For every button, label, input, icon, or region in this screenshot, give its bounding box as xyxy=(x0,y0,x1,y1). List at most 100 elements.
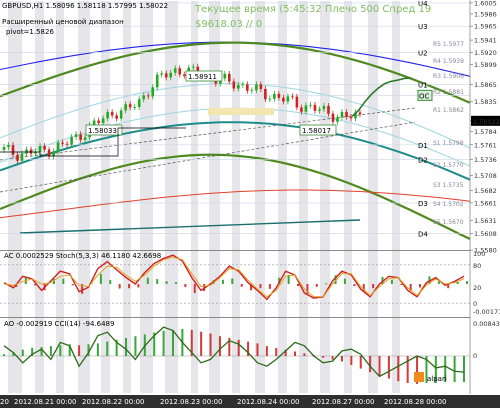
session-stripe xyxy=(123,1,131,393)
ac-tick-label: 20 xyxy=(473,284,481,292)
level-label: D1 xyxy=(418,142,428,150)
candle-body xyxy=(286,96,290,102)
candle-body xyxy=(38,146,42,152)
ac-bar xyxy=(240,284,243,287)
ac-bar xyxy=(128,284,131,289)
ac-bar xyxy=(315,284,318,287)
price-tick-label: 1.5986 xyxy=(474,10,497,18)
candle-body xyxy=(110,112,114,116)
candle-body xyxy=(309,104,312,106)
price-tick-label: 1.5941 xyxy=(474,37,497,45)
candle-body xyxy=(20,153,24,161)
candle-body xyxy=(142,95,145,100)
level-label: D2 xyxy=(418,156,428,164)
ac-bar xyxy=(221,279,224,284)
ao-bar xyxy=(303,353,306,356)
candle-body xyxy=(25,149,28,154)
candle-body xyxy=(169,72,173,78)
candle-body xyxy=(11,145,15,155)
candle-body xyxy=(178,68,182,75)
ao-bar xyxy=(78,345,81,356)
candle-body xyxy=(273,93,276,99)
time-tick-label: 20 xyxy=(0,398,9,406)
candle-body xyxy=(345,111,348,117)
minor-level-label: R2 1.5881 xyxy=(433,89,464,96)
candle-body xyxy=(133,107,136,108)
ac-tick-label: 0 xyxy=(473,300,477,308)
minor-level-label: S4 1.5702 xyxy=(433,201,464,208)
ao-bar xyxy=(49,346,52,356)
ac-bar xyxy=(99,273,102,284)
chart-canvas: U4U3U2U1OCD1D2D3D4R5 1.5977R4 1.5939R3 1… xyxy=(0,0,500,408)
candle-body xyxy=(7,145,10,148)
candle-body xyxy=(92,120,96,126)
candle-body xyxy=(29,149,33,154)
candle-body xyxy=(191,66,195,68)
candle-body xyxy=(106,112,109,119)
ao-bar xyxy=(3,354,5,356)
ao-bar xyxy=(21,349,24,356)
candle-body xyxy=(43,146,46,150)
candle-body xyxy=(56,142,60,152)
candle-body xyxy=(128,104,132,108)
ao-bar xyxy=(331,356,334,360)
time-tick-label: 2012.08.23 00:00 xyxy=(160,398,222,406)
price-box-label: 1.58017 xyxy=(302,127,331,135)
candle-body xyxy=(47,149,51,157)
minor-level-label: S5 1.5670 xyxy=(433,219,464,226)
session-stripe xyxy=(278,1,287,393)
ac-bar xyxy=(184,284,187,288)
price-tick-label: 1.5784 xyxy=(474,128,497,136)
candle-body xyxy=(223,73,227,79)
candle-body xyxy=(160,73,164,75)
price-tick-label: 1.5965 xyxy=(474,23,497,31)
ao-bar xyxy=(294,351,297,356)
candle-body xyxy=(358,112,362,115)
price-box-label: 1.58911 xyxy=(188,73,217,81)
candle-body xyxy=(173,68,177,73)
ac-bar xyxy=(137,284,140,288)
candle-body xyxy=(137,99,141,108)
candle-body xyxy=(228,73,231,82)
candle-body xyxy=(340,111,344,118)
price-tick-label: 1.5736 xyxy=(474,156,497,164)
minor-level-label: R3 1.5906 xyxy=(433,73,464,80)
candle-body xyxy=(259,84,263,89)
candle-body xyxy=(16,154,19,161)
session-stripe xyxy=(140,1,153,393)
ao-bar xyxy=(359,356,362,369)
alpari-logo-text: alpari xyxy=(427,375,447,383)
candle-body xyxy=(291,96,294,98)
ac-bar xyxy=(372,284,375,289)
ac-bar xyxy=(437,281,440,284)
ac-bar xyxy=(343,278,346,284)
candle-body xyxy=(151,87,155,97)
session-stripe xyxy=(255,1,265,393)
candle-body xyxy=(83,137,87,140)
ao-bar xyxy=(387,356,390,379)
price-tick-label: 1.5835 xyxy=(474,98,497,106)
price-tick-label: 1.5761 xyxy=(474,141,497,149)
candle-body xyxy=(146,95,150,97)
candle-body xyxy=(119,110,123,119)
ac-bar xyxy=(146,277,149,284)
ao-bar xyxy=(134,336,137,356)
price-tick-label: 1.5682 xyxy=(474,187,497,195)
candle-body xyxy=(327,105,330,114)
ao-title: AO -0.002919 CCI(14) -94.6489 xyxy=(4,320,114,328)
current-price-label: 1.58022 xyxy=(473,118,500,126)
candle-body xyxy=(264,88,267,100)
ao-tick-label: 0.008437 xyxy=(473,320,500,328)
ac-bar xyxy=(62,278,65,284)
ac-bar xyxy=(353,284,356,287)
candle-body xyxy=(255,84,258,91)
candle-body xyxy=(182,74,186,76)
minor-level-label: R1 1.5862 xyxy=(433,107,464,114)
candle-body xyxy=(322,105,326,110)
ao-bar xyxy=(340,356,343,362)
session-stripe xyxy=(368,1,378,393)
ac-bar xyxy=(109,280,112,284)
candle-body xyxy=(2,147,6,150)
ao-bar xyxy=(209,333,212,356)
ac-bar xyxy=(156,279,159,284)
